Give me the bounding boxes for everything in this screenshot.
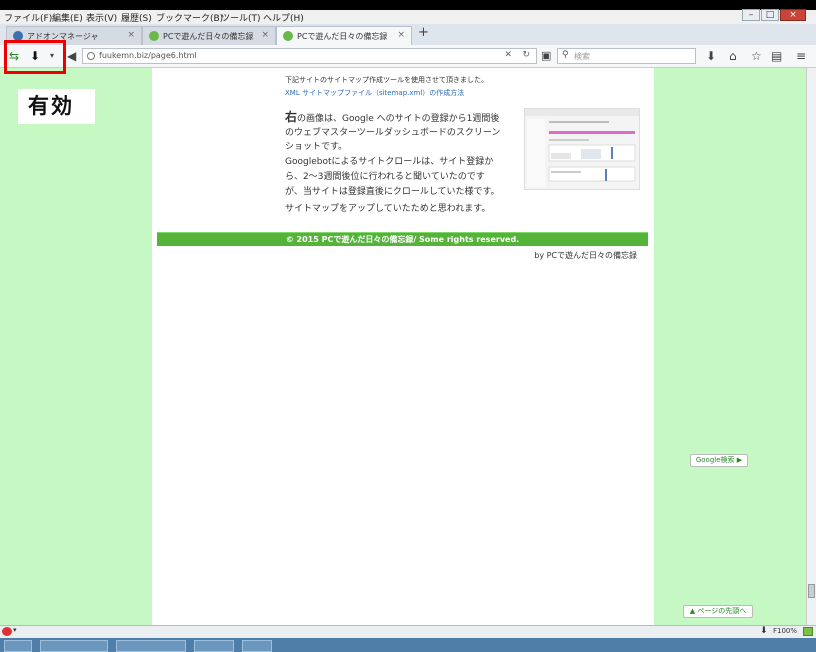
bookmark-star-icon[interactable]: ☆ xyxy=(751,49,762,63)
para-line-4: Googlebotによるサイトクロールは、サイト登録か xyxy=(285,157,494,167)
menu-help[interactable]: ヘルプ(H) xyxy=(263,11,304,24)
dashboard-screenshot xyxy=(524,108,640,190)
taskbar-item[interactable] xyxy=(242,640,272,652)
zoom-level[interactable]: F100% xyxy=(773,627,797,635)
byline-link[interactable]: by PCで遊んだ日々の備忘録 xyxy=(534,250,637,261)
tab-close-icon[interactable]: × xyxy=(261,30,269,40)
para-line-5: ら、2～3週間後位に行われると聞いていたのです xyxy=(285,172,485,182)
search-box[interactable]: ⚲ 検索 xyxy=(557,48,696,64)
back-arrow-icon[interactable]: ◀ xyxy=(67,49,76,63)
intro-text: 下記サイトのサイトマップ作成ツールを使用させて頂きました。 xyxy=(285,76,488,84)
scrollbar-thumb[interactable] xyxy=(808,584,815,598)
taskbar-item[interactable] xyxy=(194,640,234,652)
clear-icon[interactable]: ✕ xyxy=(504,50,512,60)
maximize-button[interactable]: □ xyxy=(761,9,779,21)
minimize-button[interactable]: – xyxy=(742,9,760,21)
menu-file[interactable]: ファイル(F) xyxy=(4,11,52,24)
tab-close-icon[interactable]: × xyxy=(127,30,135,40)
menu-view[interactable]: 表示(V) xyxy=(86,11,117,24)
globe-icon xyxy=(87,52,95,60)
google-search-button[interactable]: Google検索 ▶ xyxy=(690,454,748,467)
menu-edit[interactable]: 編集(E) xyxy=(52,11,83,24)
para-initial: 右 xyxy=(285,110,298,124)
tab-bar: アドオンマネージャ × PCで遊んだ日々の備忘録 × PCで遊んだ日々の備忘録 … xyxy=(0,24,816,45)
page-top-button[interactable]: ▲ ページの先頭へ xyxy=(683,605,753,618)
reload-icon[interactable]: ↻ xyxy=(522,50,530,60)
home-icon[interactable]: ⌂ xyxy=(729,49,737,63)
copyright-bar: © 2015 PCで遊んだ日々の備忘録/ Some rights reserve… xyxy=(157,232,648,246)
para-line-1: の画像は、Google へのサイトの登録から1週間後 xyxy=(297,114,500,124)
url-text[interactable]: fuukemn.biz/page6.html xyxy=(99,51,197,60)
para-line-2: のウェブマスターツールダッシュボードのスクリーン xyxy=(285,128,501,138)
search-icon: ⚲ xyxy=(562,50,569,60)
site-favicon-icon xyxy=(149,31,159,41)
adblock-icon[interactable] xyxy=(2,627,12,636)
menu-bar: ファイル(F) 編集(E) 表示(V) 履歴(S) ブックマーク(B) ツール(… xyxy=(0,10,816,24)
top-black-strip xyxy=(0,0,816,10)
page-viewport: 有効 下記サイトのサイトマップ作成ツールを使用させて頂きました。 XML サイト… xyxy=(0,68,806,625)
url-bar[interactable]: fuukemn.biz/page6.html ✕ ↻ xyxy=(82,48,537,64)
status-bar: ▾ ⬇ F100% xyxy=(0,625,816,638)
hamburger-menu-icon[interactable]: ≡ xyxy=(796,49,806,63)
para-line-6: が、当サイトは登録直後にクロールしていた様です。 xyxy=(285,187,500,197)
taskbar-item[interactable] xyxy=(116,640,186,652)
menu-tools[interactable]: ツール(T) xyxy=(221,11,261,24)
tab-close-icon[interactable]: × xyxy=(397,30,405,40)
taskbar-item[interactable] xyxy=(4,640,32,652)
clipboard-icon[interactable]: ▣ xyxy=(541,49,551,63)
overlay-enabled-label: 有効 xyxy=(18,89,95,124)
os-taskbar xyxy=(0,638,816,652)
downloads-icon[interactable]: ⬇ xyxy=(706,49,716,63)
library-icon[interactable]: ▤ xyxy=(771,49,782,63)
navigation-toolbar: ⇆ ⬇ ▾ ◀ fuukemn.biz/page6.html ✕ ↻ ▣ ⚲ 検… xyxy=(0,45,816,68)
site-favicon-icon xyxy=(283,31,293,41)
taskbar-item[interactable] xyxy=(40,640,108,652)
status-addon-icon[interactable] xyxy=(803,627,813,636)
vertical-scrollbar[interactable] xyxy=(806,68,816,625)
status-download-icon[interactable]: ⬇ xyxy=(760,626,768,636)
tab-label: PCで遊んだ日々の備忘録 xyxy=(163,32,254,41)
tab-blog-2-active[interactable]: PCで遊んだ日々の備忘録 × xyxy=(276,26,412,45)
para-line-7: サイトマップをアップしていたためと思われます。 xyxy=(285,204,491,214)
dashboard-screenshot-graphic xyxy=(525,109,639,187)
menu-bookmarks[interactable]: ブックマーク(B) xyxy=(156,11,223,24)
new-tab-button[interactable]: + xyxy=(418,25,429,40)
adblock-dropdown-icon[interactable]: ▾ xyxy=(13,626,17,634)
menu-history[interactable]: 履歴(S) xyxy=(121,11,152,24)
sitemap-link[interactable]: XML サイトマップファイル（sitemap.xml）の作成方法 xyxy=(285,88,464,98)
window-controls: – □ × xyxy=(742,9,812,23)
search-placeholder: 検索 xyxy=(574,52,590,61)
close-button[interactable]: × xyxy=(780,9,806,21)
page-body: 下記サイトのサイトマップ作成ツールを使用させて頂きました。 XML サイトマップ… xyxy=(152,68,654,625)
tab-label: PCで遊んだ日々の備忘録 xyxy=(297,32,388,41)
tab-blog-1[interactable]: PCで遊んだ日々の備忘録 × xyxy=(142,26,276,45)
highlight-box xyxy=(4,40,66,74)
para-line-3: ショットです。 xyxy=(285,142,348,152)
